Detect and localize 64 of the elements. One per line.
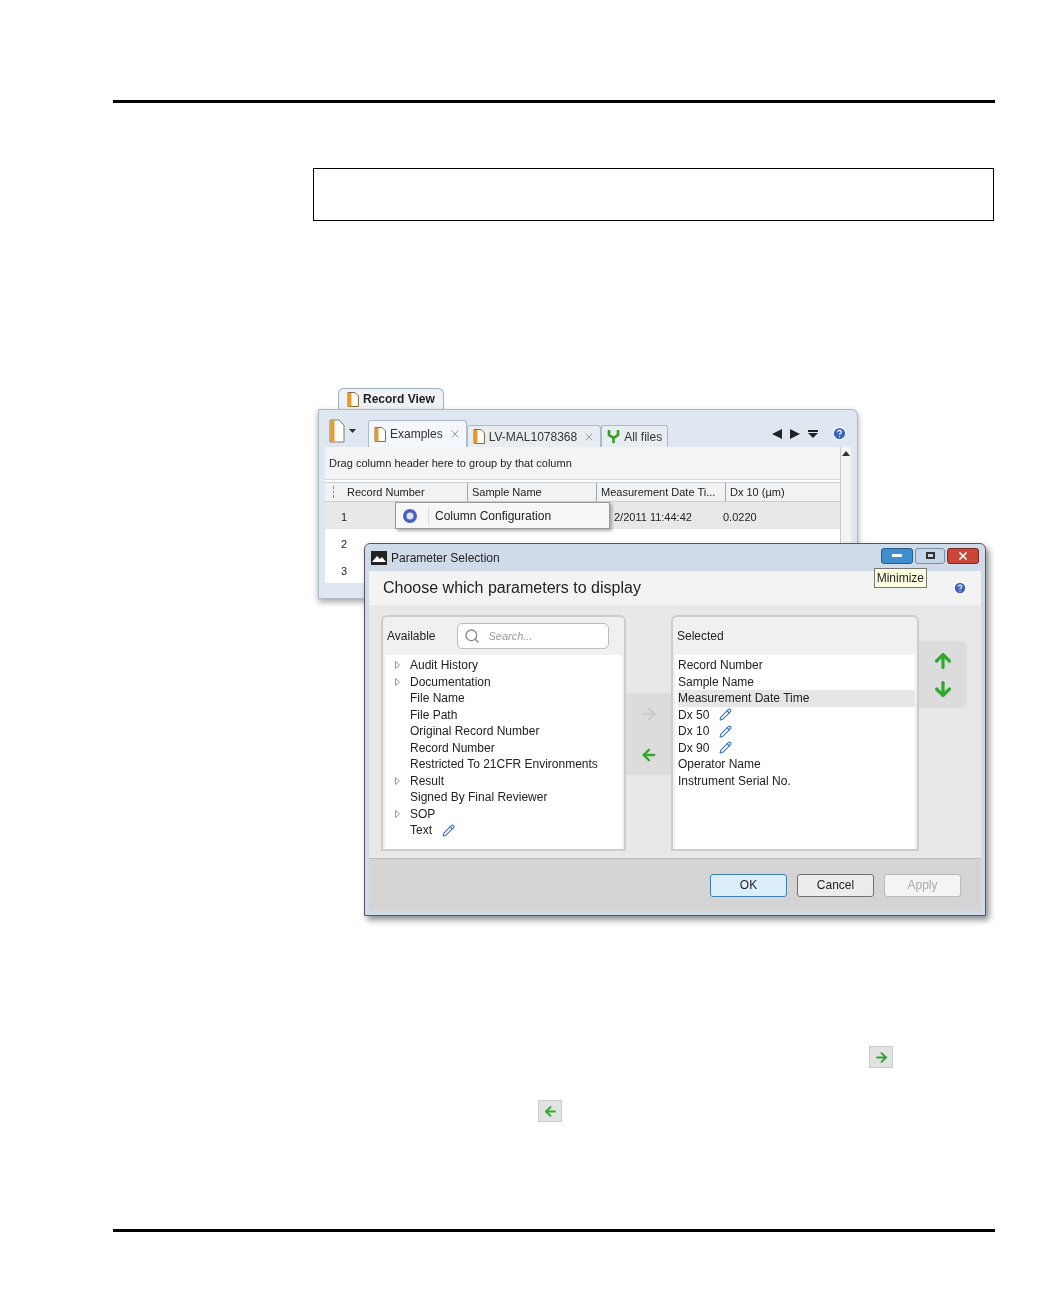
close-button[interactable]: [947, 547, 979, 564]
caret-icon[interactable]: [349, 429, 356, 433]
record-view-tab[interactable]: Record View: [338, 388, 444, 409]
parameter-item[interactable]: Dx 10: [678, 723, 915, 740]
pencil-icon[interactable]: [719, 741, 733, 755]
panel-label: Selected: [677, 628, 724, 645]
table-cell: 3: [341, 564, 348, 577]
column-header[interactable]: Measurement Date Ti...: [596, 483, 725, 501]
parameter-item[interactable]: Record Number: [678, 657, 915, 674]
parameter-item[interactable]: SOP: [395, 805, 622, 822]
document-icon: [472, 429, 485, 444]
parameter-item[interactable]: Instrument Serial No.: [678, 772, 915, 789]
gear-icon: [402, 507, 418, 524]
parameter-item[interactable]: Measurement Date Time: [678, 690, 915, 707]
help-icon[interactable]: [832, 426, 847, 441]
right-triangle-icon[interactable]: [790, 428, 800, 439]
document-tab[interactable]: All files: [601, 425, 669, 447]
document-tab[interactable]: LV-MAL1078368: [466, 425, 602, 447]
table-cell: 2/2011 11:44:42: [614, 510, 692, 523]
parameter-item[interactable]: Result: [395, 772, 622, 789]
table-cell: 1: [341, 510, 348, 523]
search-field[interactable]: Search...: [457, 623, 610, 649]
column-header[interactable]: Sample Name: [467, 483, 596, 501]
left-triangle-icon[interactable]: [772, 428, 782, 439]
table-cell: 0.0220: [723, 510, 757, 523]
parameter-item[interactable]: File Name: [395, 690, 622, 707]
parameter-item[interactable]: Sample Name: [678, 673, 915, 690]
maximize-button[interactable]: [915, 547, 945, 564]
panel-label: Available: [387, 628, 436, 645]
column-header[interactable]: Record Number: [343, 483, 467, 501]
parameter-item[interactable]: Documentation: [395, 673, 622, 690]
expand-triangle-icon[interactable]: [395, 809, 400, 818]
menu-item[interactable]: Column Configuration: [396, 506, 552, 525]
fork-icon: [607, 429, 621, 444]
parameter-item[interactable]: Text: [395, 822, 622, 839]
minimize-button[interactable]: [881, 547, 913, 564]
close-icon: [957, 549, 969, 562]
dialog-button[interactable]: Cancel: [797, 873, 874, 897]
help-icon[interactable]: [953, 581, 967, 595]
document-icon: [347, 391, 359, 407]
parameter-item[interactable]: File Path: [395, 706, 622, 723]
search-icon: [464, 628, 481, 644]
table-cell: 2: [341, 537, 348, 550]
parameter-item[interactable]: Audit History: [395, 657, 622, 674]
group-hint: Drag column header here to group by that column: [329, 455, 572, 471]
parameter-item[interactable]: Operator Name: [678, 756, 915, 773]
parameter-item[interactable]: Restricted To 21CFR Environments: [395, 756, 622, 773]
parameter-item[interactable]: Dx 90: [678, 739, 915, 756]
pencil-icon[interactable]: [719, 724, 733, 738]
expand-triangle-icon[interactable]: [395, 776, 400, 785]
document-icon: [374, 426, 386, 442]
pencil-icon[interactable]: [442, 823, 455, 837]
parameter-item[interactable]: Record Number: [395, 739, 622, 756]
parameter-item[interactable]: Dx 50: [678, 706, 915, 723]
parameter-item[interactable]: Signed By Final Reviewer: [395, 789, 622, 806]
dialog-button[interactable]: OK: [710, 873, 787, 897]
document-tab[interactable]: Examples: [368, 420, 467, 447]
scroll-up-icon[interactable]: [842, 451, 850, 456]
dialog-heading: Choose which parameters to display: [383, 578, 641, 598]
mountain-icon: [371, 550, 387, 565]
tooltip: Minimize: [873, 568, 927, 588]
pencil-icon[interactable]: [719, 708, 733, 722]
dropdown-icon[interactable]: [808, 428, 818, 439]
parameter-item[interactable]: Original Record Number: [395, 723, 622, 740]
